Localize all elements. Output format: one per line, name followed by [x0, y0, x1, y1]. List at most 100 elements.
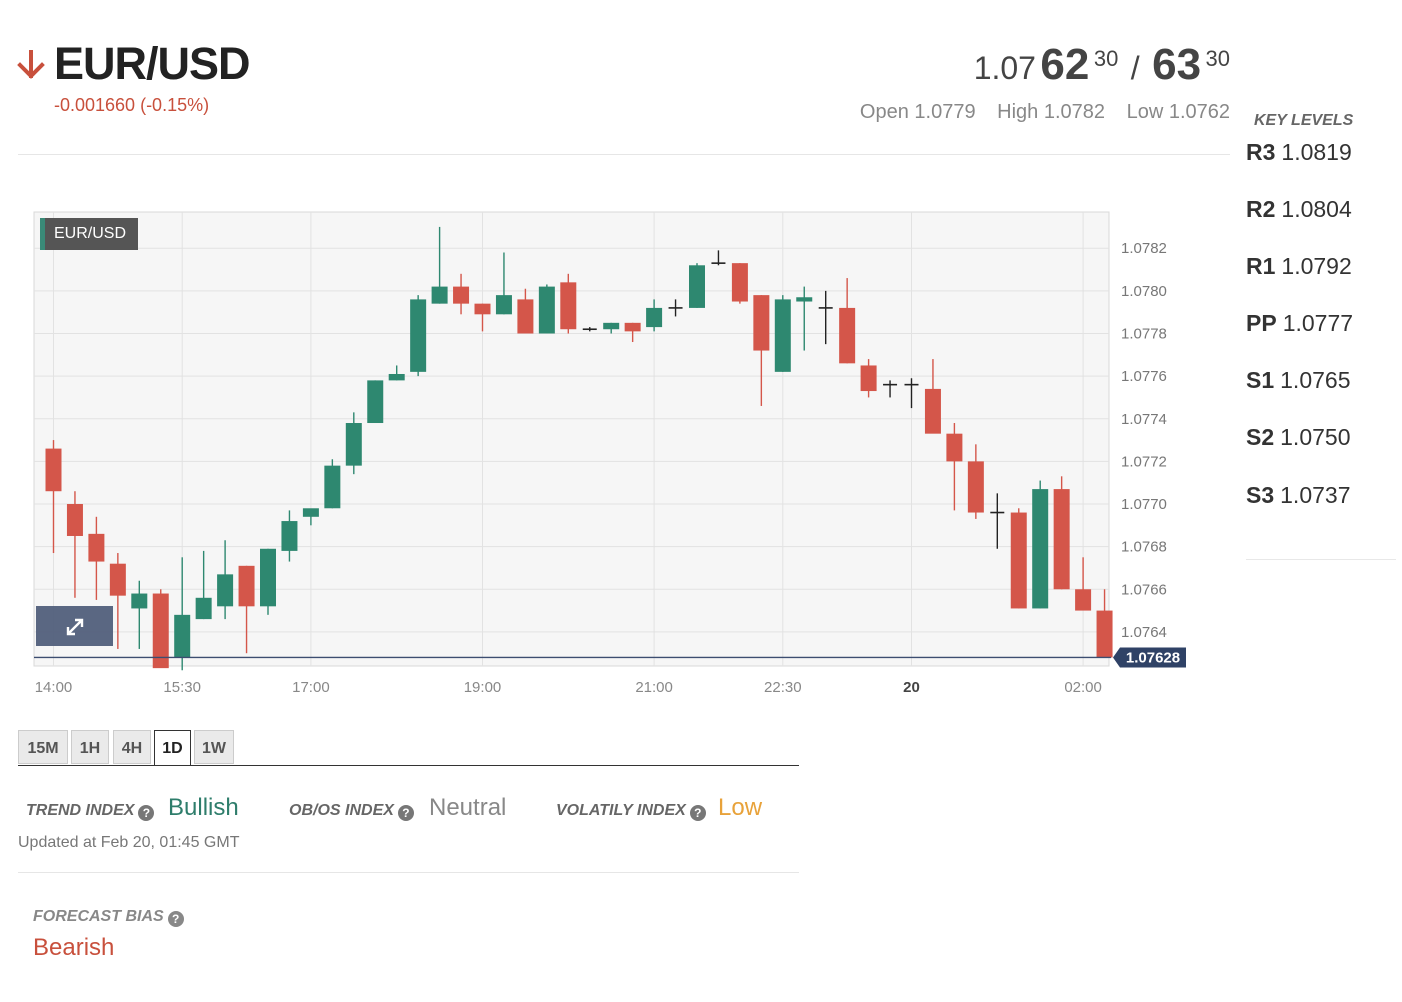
bid-big: 62: [1040, 40, 1090, 89]
y-tick-label: 1.0768: [1121, 539, 1167, 556]
price-change: -0.001660 (-0.15%): [54, 95, 210, 115]
volatility-index-value: Low: [718, 794, 763, 821]
help-icon[interactable]: ?: [689, 805, 706, 821]
key-level-s1: S1 1.0765: [1246, 367, 1351, 394]
key-level-name: PP: [1246, 310, 1277, 336]
tab-1w[interactable]: 1W: [194, 730, 234, 764]
key-level-value: 1.0792: [1281, 253, 1352, 279]
bid-prefix: 1.07: [973, 50, 1036, 86]
candle-body: [260, 548, 276, 607]
tab-4h[interactable]: 4H: [113, 730, 151, 764]
candle-body: [603, 322, 620, 330]
candle-body: [967, 461, 984, 513]
y-tick-label: 1.0774: [1121, 411, 1167, 428]
forecast-bias-value: Bearish: [33, 934, 115, 961]
tab-1d[interactable]: 1D: [154, 730, 191, 766]
key-level-pp: PP 1.0777: [1246, 310, 1353, 337]
bid-ask-price: 1.07 62 30 / 63 30: [974, 40, 1230, 90]
candle-body: [1096, 610, 1113, 658]
candle-body: [324, 465, 341, 509]
x-tick-label: 21:00: [635, 679, 673, 696]
candle-body: [174, 614, 191, 658]
forecast-bias-text: FORECAST BIAS: [33, 908, 164, 925]
key-level-name: S3: [1246, 482, 1275, 508]
arrow-down-icon: [17, 50, 45, 79]
key-level-r3: R3 1.0819: [1246, 139, 1352, 166]
key-level-r1: R1 1.0792: [1246, 253, 1352, 280]
key-level-name: S2: [1246, 424, 1275, 450]
candle-body: [1075, 589, 1092, 611]
key-level-name: S1: [1246, 367, 1275, 393]
x-tick-label: 02:00: [1064, 679, 1102, 696]
forecast-bias-label: FORECAST BIAS?: [33, 908, 184, 927]
trend-index-label: TREND INDEX?: [26, 802, 155, 821]
y-tick-label: 1.0782: [1121, 240, 1167, 257]
high-value: High 1.0782: [997, 101, 1106, 123]
candle-body: [796, 297, 813, 302]
chart-title: EUR/USD: [40, 218, 138, 250]
candle-body: [302, 508, 319, 517]
key-level-s2: S2 1.0750: [1246, 424, 1351, 451]
candle-body: [753, 295, 770, 351]
candle-body: [345, 423, 362, 466]
current-price-label: 1.07628: [1126, 649, 1180, 666]
candle-body: [367, 380, 384, 424]
x-tick-label: 15:30: [163, 679, 201, 696]
help-icon[interactable]: ?: [397, 805, 414, 821]
obos-index-label: OB/OS INDEX?: [289, 802, 414, 821]
candle-body: [689, 265, 705, 308]
candle-body: [731, 263, 748, 302]
key-level-value: 1.0819: [1281, 139, 1352, 165]
key-level-s3: S3 1.0737: [1246, 482, 1351, 509]
candle-body: [646, 307, 663, 328]
low-value: Low 1.0762: [1126, 101, 1230, 123]
candle-body: [538, 286, 555, 334]
candle-body: [453, 286, 470, 304]
y-tick-label: 1.0772: [1121, 453, 1167, 470]
tab-15m[interactable]: 15M: [18, 730, 68, 764]
candle-body: [195, 597, 212, 620]
key-level-name: R3: [1246, 139, 1276, 165]
candle-body: [109, 563, 126, 596]
candle-body: [1010, 512, 1027, 609]
volatility-index-label: VOLATILY INDEX?: [556, 802, 706, 821]
candle-body: [217, 574, 234, 607]
candle-body: [88, 533, 105, 562]
y-tick-label: 1.0764: [1121, 624, 1167, 641]
y-tick-label: 1.0776: [1121, 368, 1167, 385]
candle-body: [410, 299, 427, 372]
candle-body: [924, 388, 941, 434]
ask-big: 63: [1152, 40, 1202, 89]
expand-icon: [66, 618, 84, 636]
candle-body: [560, 282, 577, 330]
obos-index-value: Neutral: [429, 794, 507, 821]
x-tick-label: 22:30: [764, 679, 802, 696]
candle-body: [624, 322, 641, 332]
key-level-name: R1: [1246, 253, 1276, 279]
candle-body: [860, 365, 877, 392]
help-icon[interactable]: ?: [138, 805, 155, 821]
candle-body: [1032, 489, 1049, 609]
key-level-value: 1.0765: [1280, 367, 1351, 393]
candle-body: [388, 373, 405, 381]
candle-body: [517, 299, 534, 334]
key-level-value: 1.0737: [1280, 482, 1351, 508]
bid-sup: 30: [1093, 46, 1119, 71]
key-level-value: 1.0750: [1280, 424, 1351, 450]
candlestick-chart[interactable]: 1.0782 1.0780 1.0778 1.0776 1.0774 1.0772 1.07…: [33, 211, 1193, 701]
candle-body: [1053, 489, 1070, 590]
price-separator: /: [1130, 50, 1140, 86]
updated-timestamp: Updated at Feb 20, 01:45 GMT: [18, 834, 240, 851]
x-tick-label: 19:00: [464, 679, 502, 696]
volatility-index-text: VOLATILY INDEX: [556, 802, 686, 819]
header-divider: [18, 154, 1230, 155]
candle-body: [774, 299, 791, 372]
tab-1h[interactable]: 1H: [71, 730, 109, 764]
help-icon[interactable]: ?: [167, 911, 184, 927]
candle-body: [281, 521, 298, 551]
x-tick-label: 14:00: [35, 679, 73, 696]
expand-chart-button[interactable]: [36, 606, 113, 646]
candle-body: [66, 504, 83, 536]
y-tick-label: 1.0766: [1121, 581, 1167, 598]
y-tick-label: 1.0780: [1121, 283, 1167, 300]
